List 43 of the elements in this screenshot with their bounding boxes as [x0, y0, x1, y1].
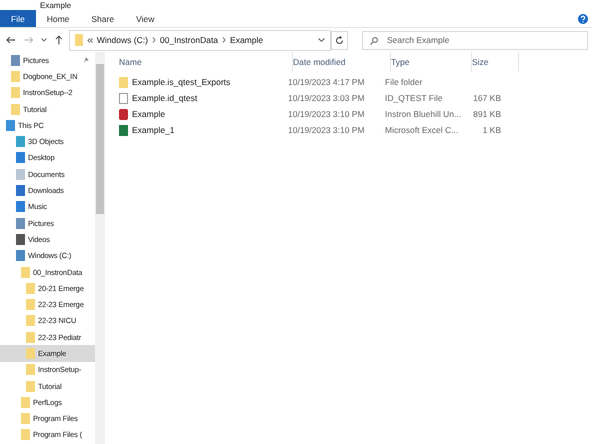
file-icon	[119, 92, 128, 104]
ribbon-tab[interactable]: File	[0, 10, 36, 27]
file-icon	[119, 124, 128, 136]
ribbon-tab[interactable]: Home	[36, 10, 80, 27]
file-name[interactable]: Example.id_qtest	[119, 92, 288, 104]
address-bar[interactable]: Windows (C:) 00_InstronData Example	[68, 30, 331, 50]
breadcrumb[interactable]: 00_InstronData	[160, 35, 218, 45]
column-header[interactable]: Date modified	[293, 52, 391, 72]
breadcrumb[interactable]: Example	[230, 35, 264, 45]
file-name[interactable]: Example.is_qtest_Exports	[119, 76, 288, 88]
breadcrumb[interactable]: Windows (C:)	[96, 35, 148, 45]
refresh-icon[interactable]	[334, 36, 344, 44]
window-title: Example	[40, 1, 72, 11]
table-cell-text: 10/19/2023 3:10 PM	[288, 109, 366, 119]
file-name[interactable]: Example	[119, 108, 288, 120]
table-cell-text: 1 KB	[482, 125, 502, 135]
table-cell-text: 891 KB	[472, 109, 502, 119]
table-cell-text: 10/19/2023 4:17 PM	[288, 77, 366, 87]
column-header[interactable]: Type	[391, 52, 472, 72]
chevron-icon[interactable]	[41, 38, 48, 42]
table-cell-text: 167 KB	[472, 93, 502, 103]
file-icon	[119, 108, 128, 120]
file-name[interactable]: Example_1	[119, 124, 288, 136]
table-cell-text: ID_QTEST File	[385, 93, 444, 103]
chevron-icon	[152, 37, 156, 43]
column-header[interactable]: Size	[472, 52, 519, 72]
table-cell-text: 10/19/2023 3:03 PM	[288, 93, 366, 103]
overflow-icon	[86, 38, 93, 42]
table-cell-text: Instron Bluehill Un...	[385, 109, 462, 119]
help-icon[interactable]	[578, 14, 588, 24]
file-icon	[119, 76, 128, 88]
search-field[interactable]: Search Example	[362, 30, 588, 50]
back-icon[interactable]	[6, 36, 16, 44]
column-header[interactable]: Name	[119, 52, 293, 72]
table-cell-text: File folder	[385, 77, 424, 87]
scrollbar[interactable]	[95, 52, 105, 444]
ribbon-tab[interactable]: View	[125, 10, 166, 27]
ribbon-tab[interactable]: Share	[80, 10, 126, 27]
table-cell-text: 10/19/2023 3:10 PM	[288, 125, 366, 135]
table-cell-text: Microsoft Excel C...	[385, 125, 460, 135]
chevron-icon	[222, 37, 226, 43]
dropdown-icon[interactable]	[318, 38, 325, 42]
up-icon[interactable]	[55, 35, 63, 45]
